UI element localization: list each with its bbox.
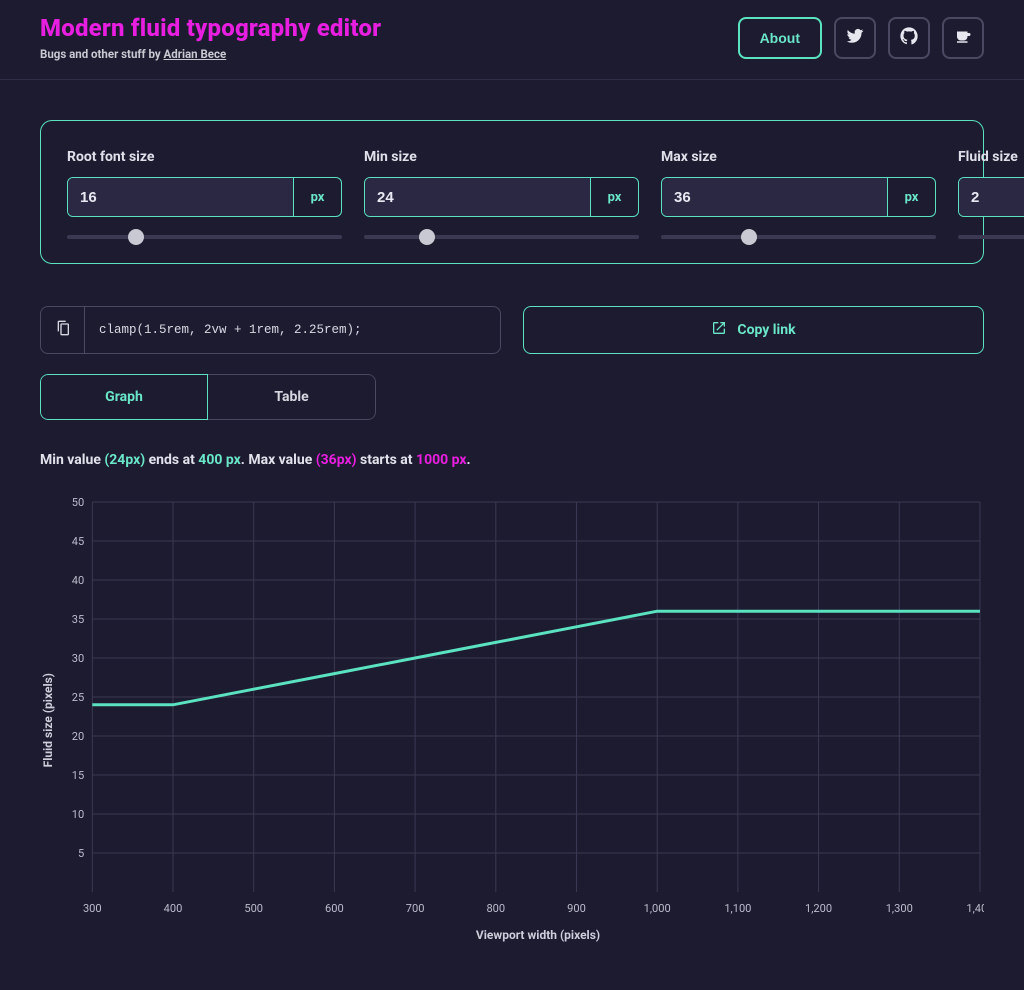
min-input[interactable] (365, 178, 590, 216)
chart-area: 5 10 15 20 25 30 35 40 45 50 300 400 500 600 700 800 900… (56, 498, 984, 942)
summary-text: starts at (357, 452, 417, 468)
min-slider-thumb[interactable] (419, 229, 435, 245)
min-unit: px (590, 178, 638, 216)
fluid-slider[interactable] (958, 235, 1024, 239)
svg-text:800: 800 (486, 902, 505, 915)
svg-text:900: 900 (567, 902, 586, 915)
svg-text:1,100: 1,100 (724, 902, 751, 915)
inputs-panel: Root font size px Min size px Max size (40, 120, 984, 264)
max-label: Max size (661, 149, 936, 165)
max-slider-thumb[interactable] (741, 229, 757, 245)
output-row: clamp(1.5rem, 2vw + 1rem, 2.25rem); Copy… (40, 306, 984, 354)
svg-text:300: 300 (83, 902, 102, 915)
author-link[interactable]: Adrian Bece (164, 47, 227, 61)
svg-text:50: 50 (72, 498, 84, 509)
summary-max-vp: 1000 px (416, 452, 467, 468)
svg-text:40: 40 (72, 574, 84, 587)
svg-text:700: 700 (406, 902, 425, 915)
svg-text:1,400: 1,400 (966, 902, 984, 915)
svg-text:500: 500 (244, 902, 263, 915)
max-slider[interactable] (661, 235, 936, 239)
root-unit: px (293, 178, 341, 216)
summary-min-vp: 400 px (198, 452, 240, 468)
summary-text: ends at (145, 452, 198, 468)
svg-text:600: 600 (325, 902, 344, 915)
code-box: clamp(1.5rem, 2vw + 1rem, 2.25rem); (40, 306, 501, 354)
fluid-label: Fluid size (958, 149, 1024, 165)
root-slider-thumb[interactable] (128, 229, 144, 245)
svg-text:45: 45 (72, 535, 84, 548)
svg-text:400: 400 (164, 902, 183, 915)
svg-text:20: 20 (72, 730, 84, 743)
subtitle-prefix: Bugs and other stuff by (40, 47, 164, 61)
coffee-button[interactable] (942, 17, 984, 59)
root-label: Root font size (67, 149, 342, 165)
root-font-size-field: Root font size px (67, 149, 342, 239)
github-button[interactable] (888, 17, 930, 59)
about-button[interactable]: About (738, 17, 822, 59)
view-tabs: Graph Table (40, 374, 376, 420)
chart-svg: 5 10 15 20 25 30 35 40 45 50 300 400 500 600 700 800 900… (56, 498, 984, 918)
coffee-icon (954, 27, 972, 48)
summary-text: . (467, 452, 471, 468)
y-axis-label-text: Fluid size (pixels) (41, 673, 55, 767)
header-right: About (738, 17, 984, 59)
svg-text:1,300: 1,300 (886, 902, 913, 915)
x-axis-label: Viewport width (pixels) (92, 928, 984, 942)
svg-text:35: 35 (72, 613, 84, 626)
max-size-field: Max size px (661, 149, 936, 239)
github-icon (900, 27, 918, 48)
svg-text:5: 5 (78, 847, 84, 860)
page-title: Modern fluid typography editor (40, 14, 381, 42)
copy-link-label: Copy link (737, 322, 795, 338)
svg-text:1,000: 1,000 (644, 902, 671, 915)
svg-text:10: 10 (72, 808, 84, 821)
copy-code-button[interactable] (41, 307, 85, 353)
svg-text:1,200: 1,200 (805, 902, 832, 915)
summary-min-px: (24px) (104, 452, 145, 468)
header: Modern fluid typography editor Bugs and … (0, 0, 1024, 80)
header-left: Modern fluid typography editor Bugs and … (40, 14, 381, 61)
twitter-icon (846, 27, 864, 48)
svg-text:30: 30 (72, 652, 84, 665)
tab-graph[interactable]: Graph (40, 374, 208, 420)
min-slider[interactable] (364, 235, 639, 239)
summary-max-px: (36px) (316, 452, 357, 468)
share-icon (711, 320, 727, 340)
min-label: Min size (364, 149, 639, 165)
fluid-input[interactable] (959, 178, 1024, 216)
min-size-field: Min size px (364, 149, 639, 239)
twitter-button[interactable] (834, 17, 876, 59)
chart: Fluid size (pixels) 5 10 15 20 25 30 35 40 45 50 3… (40, 498, 984, 942)
clipboard-icon (55, 320, 71, 340)
svg-text:25: 25 (72, 691, 84, 704)
subtitle: Bugs and other stuff by Adrian Bece (40, 47, 381, 61)
root-input[interactable] (68, 178, 293, 216)
root-slider[interactable] (67, 235, 342, 239)
tab-table[interactable]: Table (208, 374, 376, 420)
code-output: clamp(1.5rem, 2vw + 1rem, 2.25rem); (85, 307, 376, 353)
copy-link-button[interactable]: Copy link (523, 306, 984, 354)
summary-text: Min value (40, 452, 104, 468)
max-unit: px (887, 178, 935, 216)
main: Root font size px Min size px Max size (0, 80, 1024, 962)
summary-text: . Max value (241, 452, 316, 468)
fluid-size-field: Fluid size vw (958, 149, 1024, 239)
max-input[interactable] (662, 178, 887, 216)
y-axis-label: Fluid size (pixels) (40, 498, 56, 942)
summary-line: Min value (24px) ends at 400 px. Max val… (40, 452, 984, 468)
svg-text:15: 15 (72, 769, 84, 782)
